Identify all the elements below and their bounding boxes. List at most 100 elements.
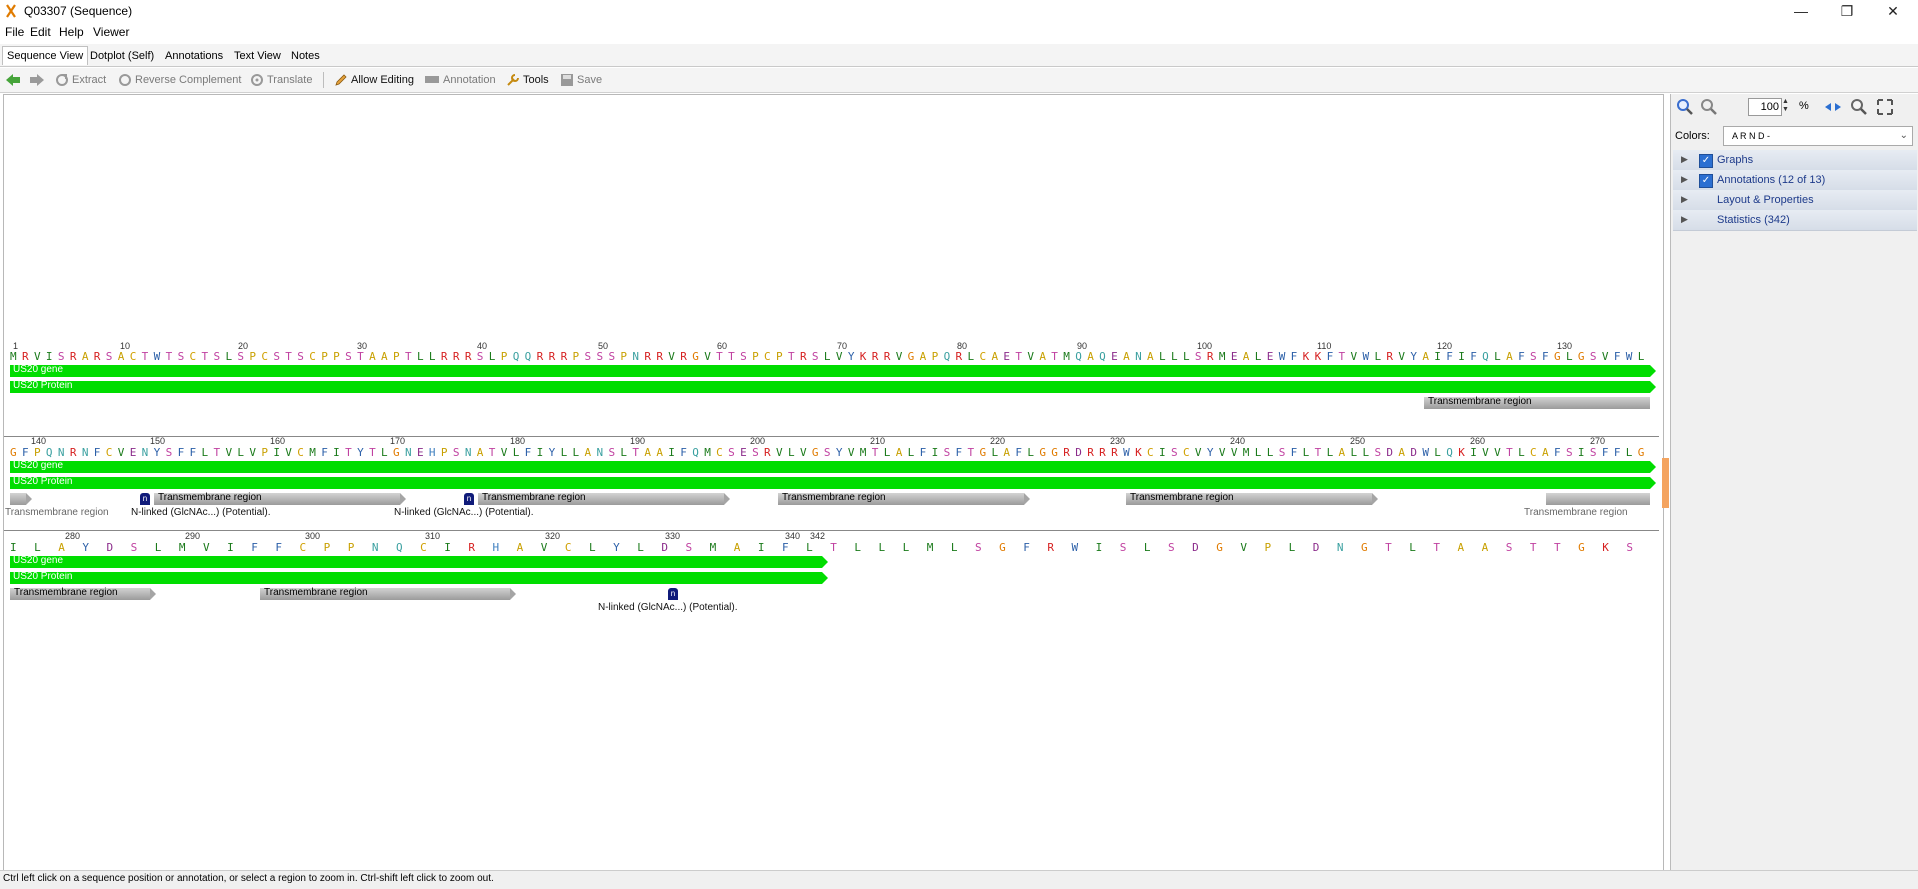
residue[interactable]: I (444, 541, 468, 554)
residue[interactable]: G (1578, 541, 1602, 554)
residue[interactable]: A (644, 446, 656, 459)
residue[interactable]: R (561, 350, 573, 363)
residue[interactable]: T (1015, 350, 1027, 363)
residue[interactable]: T (728, 350, 740, 363)
residue[interactable]: C (420, 541, 444, 554)
residue[interactable]: T (213, 446, 225, 459)
residue[interactable]: Q (1075, 350, 1087, 363)
residue[interactable]: A (1422, 350, 1434, 363)
residue[interactable]: F (1470, 350, 1482, 363)
residue[interactable]: Q (1482, 350, 1494, 363)
residue[interactable]: A (1506, 350, 1518, 363)
residue[interactable]: R (1099, 446, 1111, 459)
section-annotations[interactable]: ▶ ✓ Annotations (12 of 13) (1673, 170, 1917, 191)
residue[interactable]: L (1434, 446, 1446, 459)
residue[interactable]: G (1051, 446, 1063, 459)
residue[interactable]: P (620, 350, 632, 363)
residue[interactable]: Y (836, 446, 848, 459)
residue[interactable]: S (1195, 350, 1207, 363)
expand-triangle-icon[interactable]: ▶ (1681, 154, 1688, 165)
residue[interactable]: S (58, 350, 70, 363)
residue[interactable]: N (372, 541, 396, 554)
residue[interactable]: L (1518, 446, 1530, 459)
residue[interactable]: E (740, 446, 752, 459)
residue[interactable]: T (345, 446, 357, 459)
residue[interactable]: Y (154, 446, 166, 459)
transmembrane-annotation[interactable] (10, 493, 32, 505)
residue[interactable]: C (979, 350, 991, 363)
residue[interactable]: K (1458, 446, 1470, 459)
residue[interactable]: W (1422, 446, 1434, 459)
residue[interactable]: W (1072, 541, 1096, 554)
residue[interactable]: Q (1099, 350, 1111, 363)
residue[interactable]: C (190, 350, 202, 363)
sequence-viewer[interactable]: 1 10 20 30 40 50 60 70 80 90 100 110 120… (3, 94, 1664, 872)
residue[interactable]: A (517, 541, 541, 554)
tab-annotations[interactable]: Annotations (161, 47, 227, 65)
residue[interactable]: F (94, 446, 106, 459)
residue[interactable]: A (477, 446, 489, 459)
residue[interactable]: C (1147, 446, 1159, 459)
residue[interactable]: L (620, 446, 632, 459)
residue[interactable]: P (501, 350, 513, 363)
residue[interactable]: L (1159, 350, 1171, 363)
residue[interactable]: V (1231, 446, 1243, 459)
residue[interactable]: F (1023, 541, 1047, 554)
residue[interactable]: H (429, 446, 441, 459)
residue[interactable]: F (956, 446, 968, 459)
residue[interactable]: L (1638, 350, 1650, 363)
menu-file[interactable]: File (5, 25, 24, 39)
residue[interactable]: K (1602, 541, 1626, 554)
residue[interactable]: S (106, 350, 118, 363)
residue[interactable]: P (932, 350, 944, 363)
residue[interactable]: A (920, 350, 932, 363)
residue[interactable]: L (788, 446, 800, 459)
residue[interactable]: C (300, 541, 324, 554)
zoom-in-icon[interactable] (1675, 97, 1695, 117)
residue[interactable]: W (1123, 446, 1135, 459)
residue[interactable]: A (58, 541, 82, 554)
residue[interactable]: A (1458, 541, 1482, 554)
residue[interactable]: K (1303, 350, 1315, 363)
zoom-spinner[interactable]: ▲ ▼ (1782, 98, 1792, 116)
residue[interactable]: I (1458, 350, 1470, 363)
residue[interactable]: S (686, 541, 710, 554)
residue[interactable]: E (1111, 350, 1123, 363)
gene-annotation[interactable]: US20 gene (10, 460, 1656, 473)
residue[interactable]: I (1470, 446, 1482, 459)
residue[interactable]: S (178, 350, 190, 363)
residue[interactable]: R (884, 350, 896, 363)
sequence-text[interactable]: GFPQNRNFCVENYSFFLTVLVPIVCMFITYTLGNEHPSNA… (10, 446, 1650, 459)
back-button[interactable] (5, 72, 24, 88)
residue[interactable]: L (1303, 446, 1315, 459)
residue[interactable]: G (1039, 446, 1051, 459)
residue[interactable]: N (58, 446, 70, 459)
residue[interactable]: V (1398, 350, 1410, 363)
residue[interactable]: R (1386, 350, 1398, 363)
residue[interactable]: D (1410, 446, 1422, 459)
residue[interactable]: S (812, 350, 824, 363)
residue[interactable]: F (1291, 446, 1303, 459)
residue[interactable]: Q (396, 541, 420, 554)
residue[interactable]: A (1147, 350, 1159, 363)
residue[interactable]: S (1374, 446, 1386, 459)
residue[interactable]: R (1207, 350, 1219, 363)
residue[interactable]: Y (549, 446, 561, 459)
residue[interactable]: S (1590, 446, 1602, 459)
residue[interactable]: S (166, 446, 178, 459)
residue[interactable]: V (225, 446, 237, 459)
residue[interactable]: R (537, 350, 549, 363)
residue[interactable]: L (1144, 541, 1168, 554)
residue[interactable]: L (1183, 350, 1195, 363)
residue[interactable]: T (166, 350, 178, 363)
residue[interactable]: K (1135, 446, 1147, 459)
residue[interactable]: N (142, 446, 154, 459)
tab-sequence-view[interactable]: Sequence View (2, 46, 89, 65)
residue[interactable]: M (710, 541, 734, 554)
colors-dropdown[interactable]: A R N D - ⌄ (1723, 126, 1913, 146)
residue[interactable]: G (999, 541, 1023, 554)
tab-dotplot[interactable]: Dotplot (Self) (86, 47, 158, 65)
residue[interactable]: T (405, 350, 417, 363)
residue[interactable]: R (872, 350, 884, 363)
residue[interactable]: L (824, 350, 836, 363)
